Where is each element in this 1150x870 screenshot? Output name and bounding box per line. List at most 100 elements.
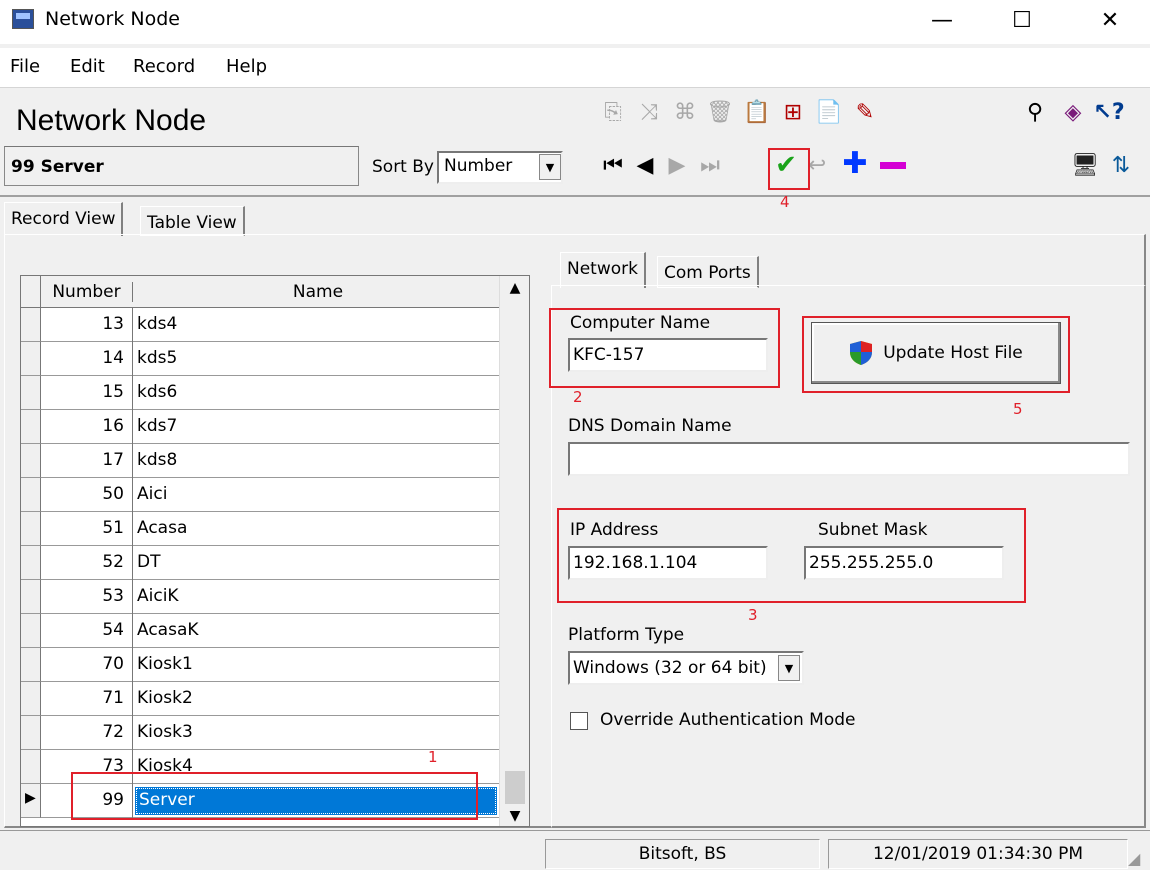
row-indicator[interactable] xyxy=(21,648,41,682)
cell-number[interactable]: 51 xyxy=(41,512,133,546)
row-indicator[interactable] xyxy=(21,308,41,342)
table-row[interactable]: 53 AiciK xyxy=(21,580,499,614)
cell-number[interactable]: 71 xyxy=(41,682,133,716)
row-indicator[interactable] xyxy=(21,342,41,376)
status-datetime: 12/01/2019 01:34:30 PM xyxy=(828,839,1128,869)
row-indicator[interactable] xyxy=(21,512,41,546)
cell-number[interactable]: 70 xyxy=(41,648,133,682)
prev-record-icon[interactable]: ◀ xyxy=(630,150,660,180)
node-grid[interactable]: Number Name 13 kds4 14 kds5 15 kds6 16 kds7 17 kd… xyxy=(20,275,530,827)
sort-by-label: Sort By xyxy=(372,157,434,177)
table-row[interactable]: 52 DT xyxy=(21,546,499,580)
row-indicator[interactable] xyxy=(21,580,41,614)
table-row[interactable]: 72 Kiosk3 xyxy=(21,716,499,750)
table-row[interactable]: 71 Kiosk2 xyxy=(21,682,499,716)
eraser-icon[interactable]: ✎ xyxy=(850,97,880,127)
row-indicator[interactable]: ▶ xyxy=(21,784,41,818)
row-indicator[interactable] xyxy=(21,750,41,784)
clipboard-icon[interactable]: 📄 xyxy=(814,97,844,127)
copy-icon[interactable]: ⎘ xyxy=(598,97,628,127)
cell-number[interactable]: 52 xyxy=(41,546,133,580)
chevron-down-icon[interactable]: ▼ xyxy=(778,655,800,681)
platform-type-select[interactable]: Windows (32 or 64 bit) ▼ xyxy=(568,651,804,685)
first-record-icon[interactable]: ⏮ xyxy=(598,150,628,180)
tab-table-view[interactable]: Table View xyxy=(140,206,245,236)
column-header-name[interactable]: Name xyxy=(133,282,499,302)
cell-number[interactable]: 13 xyxy=(41,308,133,342)
cell-number[interactable]: 16 xyxy=(41,410,133,444)
cell-name[interactable]: AcasaK xyxy=(133,620,499,640)
report-icon[interactable]: 📋 xyxy=(742,97,772,127)
cell-number[interactable]: 54 xyxy=(41,614,133,648)
cell-number[interactable]: 50 xyxy=(41,478,133,512)
cell-name[interactable]: kds8 xyxy=(133,450,499,470)
scroll-thumb[interactable] xyxy=(505,771,525,804)
add-plus-icon[interactable]: ✚ xyxy=(840,146,870,181)
cell-name[interactable]: Acasa xyxy=(133,518,499,538)
trash-icon[interactable]: 🗑 xyxy=(705,97,735,127)
minimize-button[interactable]: — xyxy=(912,0,972,40)
tab-com-ports[interactable]: Com Ports xyxy=(657,256,759,288)
tab-network[interactable]: Network xyxy=(560,252,646,288)
table-row[interactable]: 50 Aici xyxy=(21,478,499,512)
vertical-scrollbar[interactable]: ▲ ▼ xyxy=(499,276,529,826)
table-row[interactable]: 16 kds7 xyxy=(21,410,499,444)
chevron-down-icon[interactable]: ▼ xyxy=(539,154,561,180)
scroll-down-icon[interactable]: ▼ xyxy=(500,808,529,824)
next-record-icon[interactable]: ▶ xyxy=(662,150,692,180)
cell-number[interactable]: 53 xyxy=(41,580,133,614)
cell-number[interactable]: 17 xyxy=(41,444,133,478)
dns-domain-field[interactable] xyxy=(568,442,1130,476)
close-button[interactable]: ✕ xyxy=(1080,0,1140,40)
row-indicator[interactable] xyxy=(21,716,41,750)
paste-special-icon[interactable]: ⤨ xyxy=(634,97,664,127)
menu-record[interactable]: Record xyxy=(133,56,195,77)
cell-name[interactable]: DT xyxy=(133,552,499,572)
compare-icon[interactable]: ⊞ xyxy=(778,97,808,127)
row-indicator[interactable] xyxy=(21,614,41,648)
column-header-number[interactable]: Number xyxy=(41,282,133,302)
table-row[interactable]: 17 kds8 xyxy=(21,444,499,478)
menu-file[interactable]: File xyxy=(10,56,40,77)
screen-icon[interactable]: 🖥 xyxy=(1070,150,1100,180)
maximize-button[interactable]: ☐ xyxy=(992,0,1052,40)
row-indicator[interactable] xyxy=(21,478,41,512)
scroll-up-icon[interactable]: ▲ xyxy=(500,280,529,296)
cell-name[interactable]: AiciK xyxy=(133,586,499,606)
cell-number[interactable]: 72 xyxy=(41,716,133,750)
last-record-icon[interactable]: ⏭ xyxy=(695,150,725,180)
cell-number[interactable]: 14 xyxy=(41,342,133,376)
table-row[interactable]: 14 kds5 xyxy=(21,342,499,376)
cell-name[interactable]: Kiosk1 xyxy=(133,654,499,674)
book-icon[interactable]: ◈ xyxy=(1058,97,1088,127)
table-row[interactable]: 70 Kiosk1 xyxy=(21,648,499,682)
cell-name[interactable]: Kiosk3 xyxy=(133,722,499,742)
row-indicator[interactable] xyxy=(21,546,41,580)
table-row[interactable]: 13 kds4 xyxy=(21,308,499,342)
cell-name[interactable]: kds5 xyxy=(133,348,499,368)
remove-minus-icon[interactable] xyxy=(878,150,908,180)
tab-record-view[interactable]: Record View xyxy=(4,202,124,236)
cell-name[interactable]: Kiosk2 xyxy=(133,688,499,708)
table-row[interactable]: 15 kds6 xyxy=(21,376,499,410)
cell-number[interactable]: 15 xyxy=(41,376,133,410)
cell-name[interactable]: kds4 xyxy=(133,314,499,334)
override-auth-checkbox[interactable] xyxy=(570,712,588,730)
resize-grip-icon[interactable]: ◢ xyxy=(1128,849,1140,868)
table-row[interactable]: 54 AcasaK xyxy=(21,614,499,648)
cell-name[interactable]: kds7 xyxy=(133,416,499,436)
row-indicator[interactable] xyxy=(21,682,41,716)
table-row[interactable]: 51 Acasa xyxy=(21,512,499,546)
row-indicator[interactable] xyxy=(21,444,41,478)
menu-help[interactable]: Help xyxy=(226,56,267,77)
row-indicator[interactable] xyxy=(21,376,41,410)
cell-name[interactable]: Aici xyxy=(133,484,499,504)
cell-name[interactable]: kds6 xyxy=(133,382,499,402)
sort-by-select[interactable]: Number ▼ xyxy=(437,151,563,184)
menu-edit[interactable]: Edit xyxy=(70,56,105,77)
row-indicator[interactable] xyxy=(21,410,41,444)
help-pointer-icon[interactable]: ↖? xyxy=(1093,97,1124,127)
network-icon[interactable]: ⌘ xyxy=(670,97,700,127)
transfer-icon[interactable]: ⇅ xyxy=(1106,150,1136,180)
binoculars-icon[interactable]: ⚲ xyxy=(1020,97,1050,127)
